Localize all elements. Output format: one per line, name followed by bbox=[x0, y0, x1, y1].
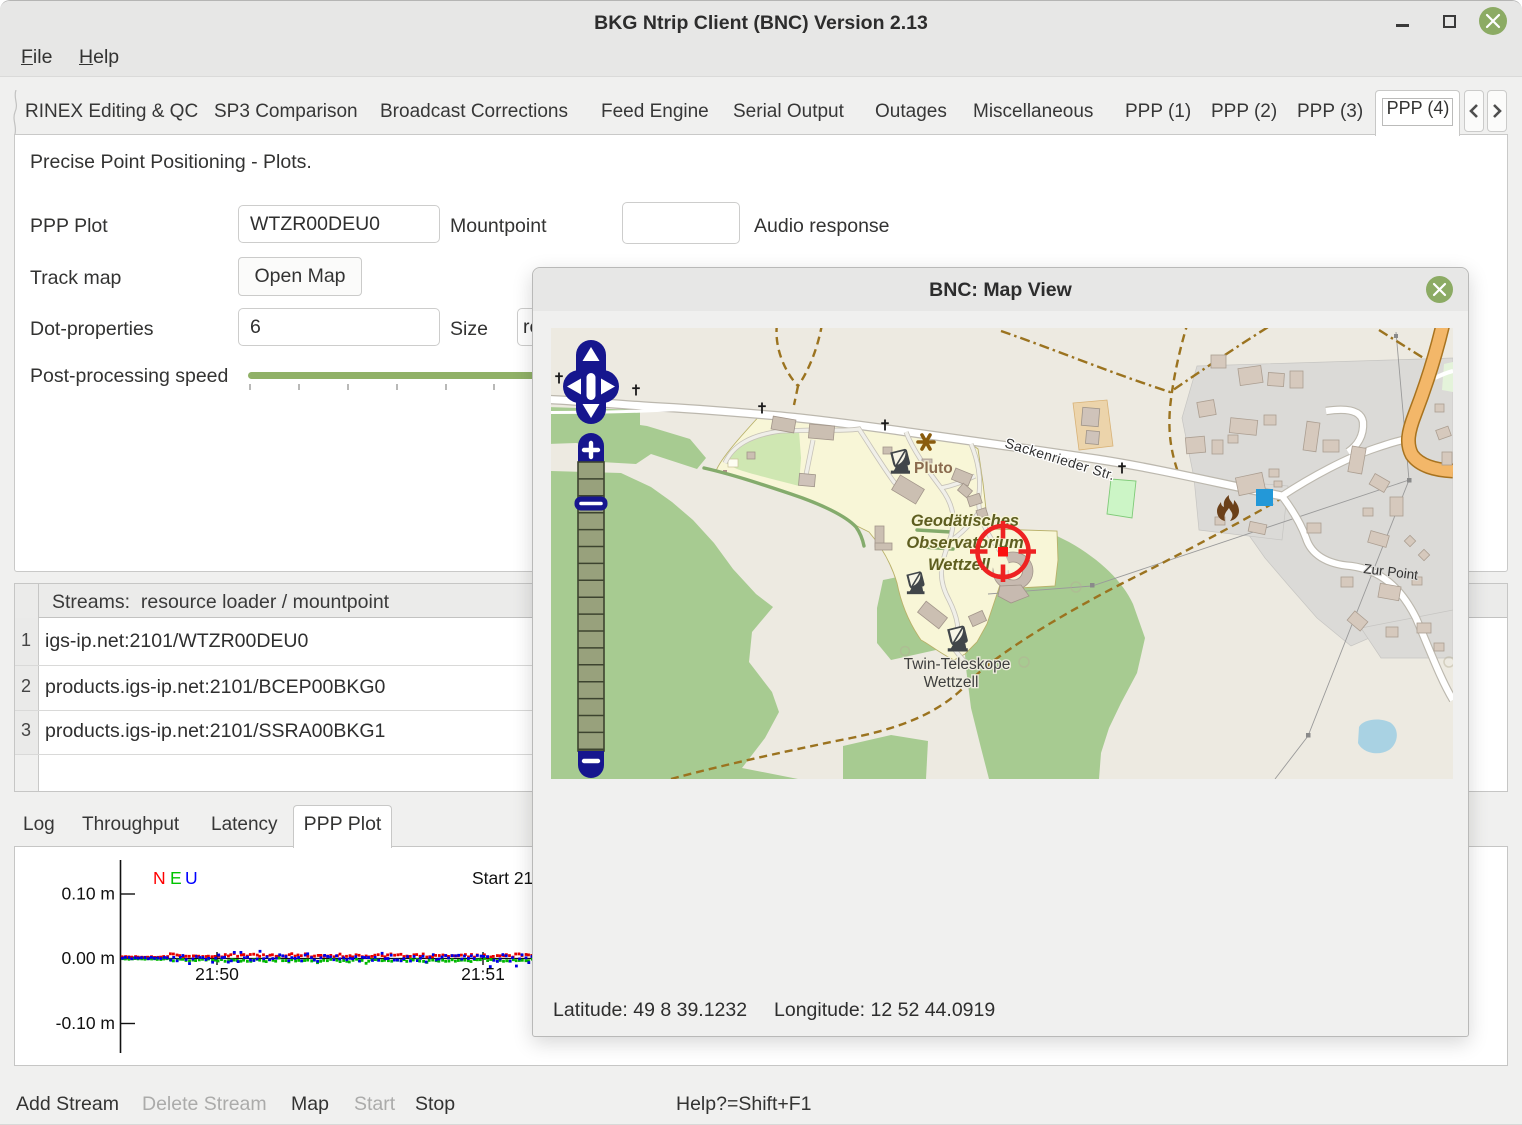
svg-text:0.00 m: 0.00 m bbox=[62, 948, 116, 968]
svg-text:21:50: 21:50 bbox=[195, 964, 239, 984]
svg-text:0.10 m: 0.10 m bbox=[62, 884, 116, 904]
svg-text:-0.10 m: -0.10 m bbox=[56, 1013, 115, 1033]
svg-text:21:51: 21:51 bbox=[461, 964, 505, 984]
svg-text:E: E bbox=[170, 868, 182, 888]
svg-text:Pluto: Pluto bbox=[914, 460, 953, 477]
svg-text:U: U bbox=[185, 868, 198, 888]
svg-text:Wettzell: Wettzell bbox=[924, 674, 979, 691]
svg-text:Twin-Teleskope: Twin-Teleskope bbox=[904, 656, 1011, 673]
svg-text:N: N bbox=[153, 868, 166, 888]
